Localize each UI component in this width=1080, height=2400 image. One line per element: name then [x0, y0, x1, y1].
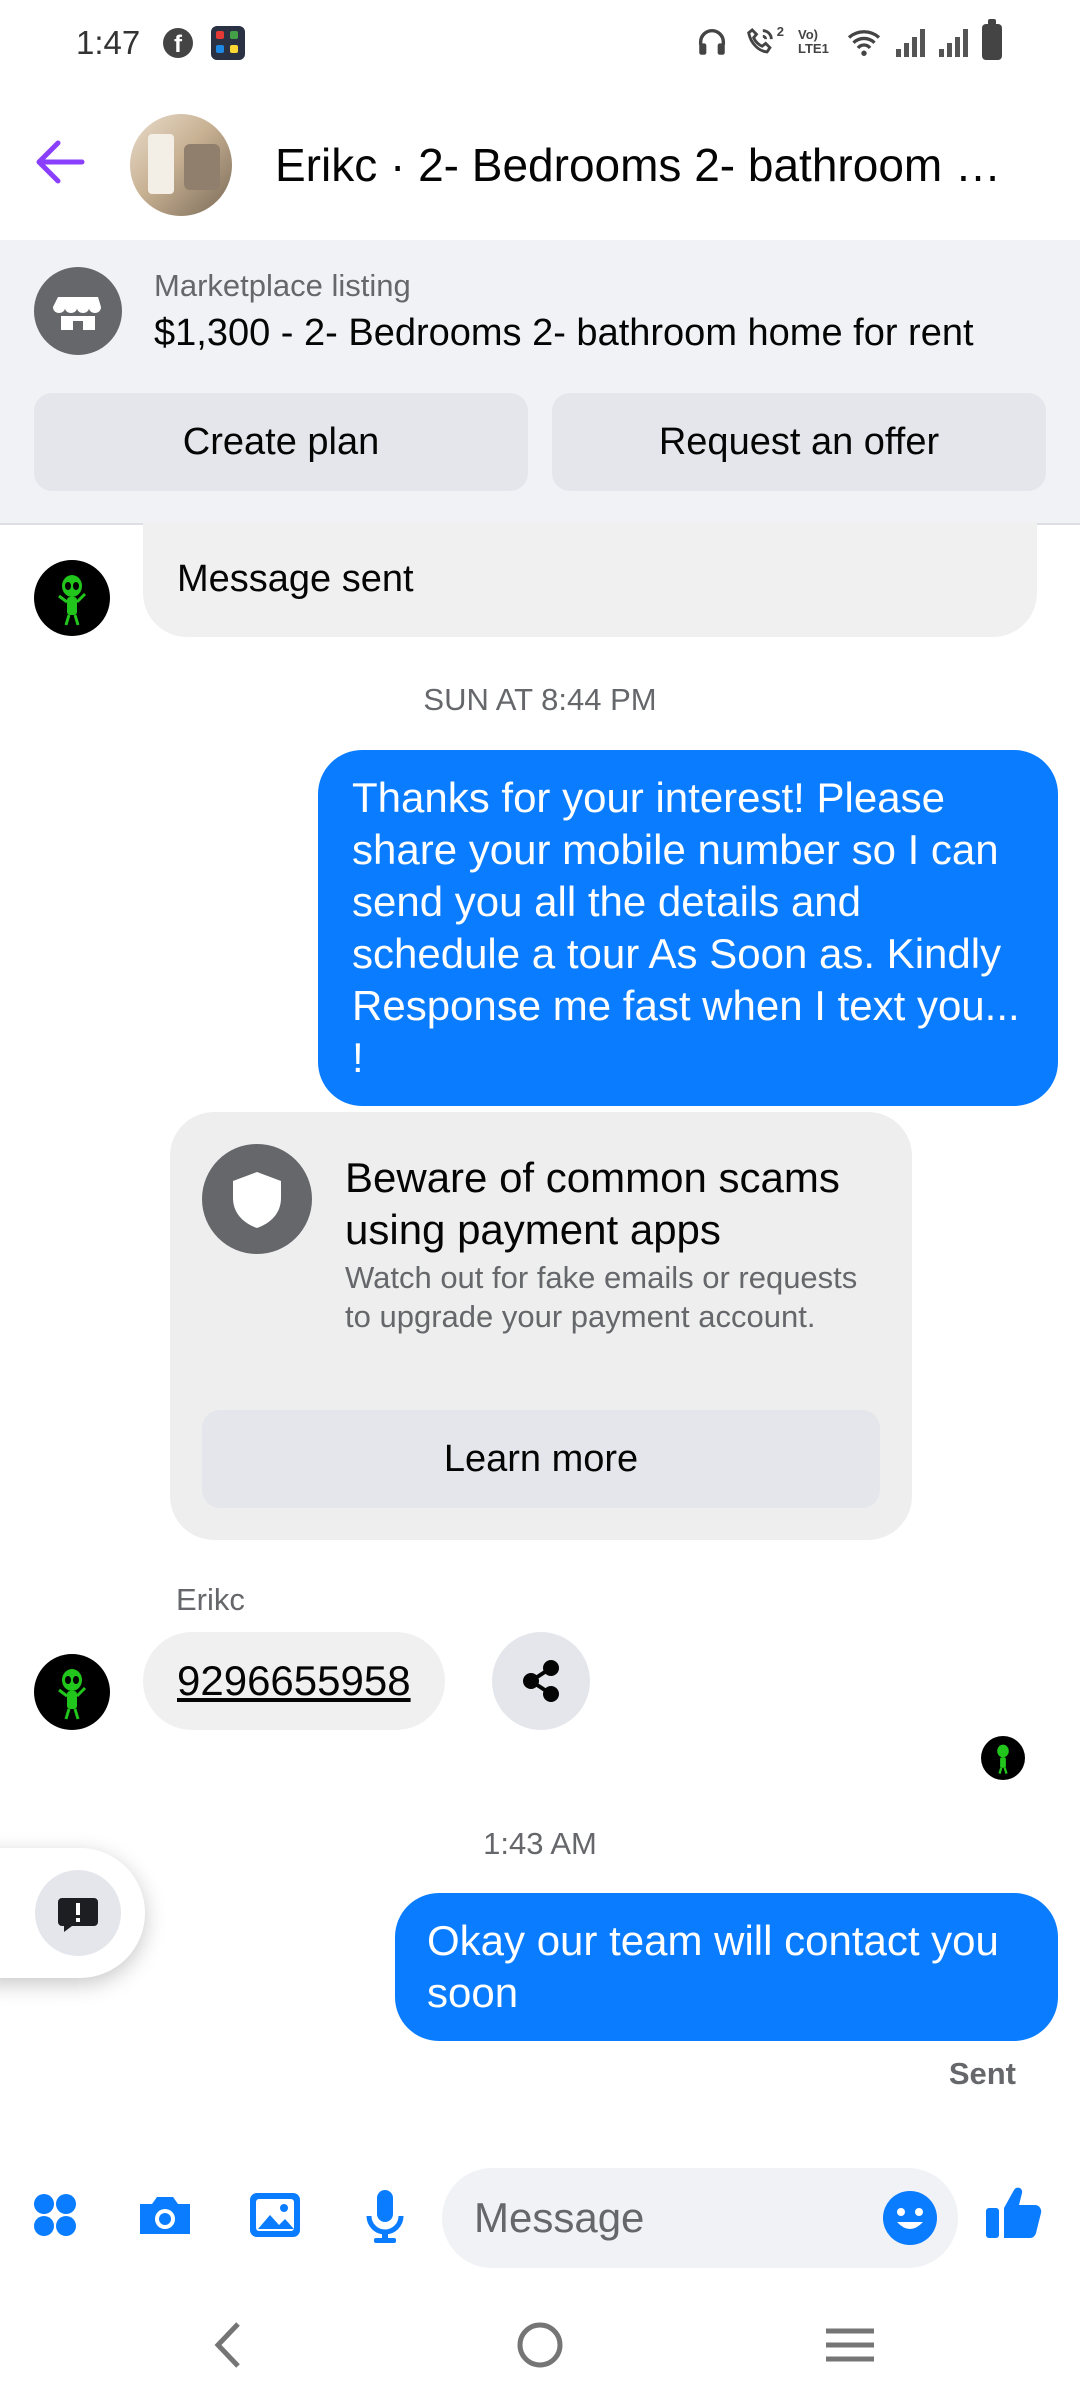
- wifi-icon: [847, 30, 881, 56]
- contact-avatar[interactable]: [34, 1654, 110, 1730]
- create-plan-button[interactable]: Create plan: [34, 393, 528, 491]
- share-icon: [523, 1660, 559, 1702]
- microphone-icon[interactable]: [350, 2180, 420, 2250]
- battery-icon: [982, 19, 1002, 60]
- headphones-icon: [698, 29, 725, 55]
- scam-warning-title: Beware of common scams using payment app…: [345, 1154, 840, 1253]
- nav-home-icon[interactable]: [500, 2310, 580, 2380]
- facebook-notification-icon: f: [163, 28, 193, 58]
- report-icon: [35, 1870, 121, 1956]
- status-bar: 1:47 f 2 Vo) LTE1: [0, 0, 1080, 90]
- sender-name: Erikc: [176, 1582, 245, 1617]
- message-composer: [0, 2150, 1080, 2280]
- message-sent-bubble[interactable]: Message sent: [143, 522, 1037, 637]
- conversation-header: Erikc · 2- Bedrooms 2- bathroom home for…: [0, 100, 1080, 240]
- timestamp-separator: SUN AT 8:44 PM: [423, 682, 657, 717]
- nav-recents-icon[interactable]: [810, 2310, 890, 2380]
- back-arrow-icon[interactable]: [28, 130, 92, 194]
- scam-warning-card: Beware of common scams using payment app…: [170, 1112, 912, 1540]
- contact-avatar[interactable]: [34, 560, 110, 636]
- learn-more-button[interactable]: Learn more: [202, 1410, 880, 1508]
- read-receipt-avatar: [981, 1736, 1025, 1780]
- outgoing-message-bubble[interactable]: Okay our team will contact you soon: [395, 1893, 1058, 2041]
- sim-badge: 2: [776, 24, 784, 39]
- app-notification-icon: [211, 26, 245, 60]
- listing-avatar[interactable]: [130, 114, 232, 216]
- conversation-title[interactable]: Erikc · 2- Bedrooms 2- bathroom home for…: [275, 138, 1015, 192]
- nav-back-icon[interactable]: [188, 2310, 268, 2380]
- message-sent-text: Message sent: [177, 558, 414, 600]
- signal-strength-icon-2: [939, 27, 968, 57]
- request-offer-button[interactable]: Request an offer: [552, 393, 1046, 491]
- signal-strength-icon-1: [896, 27, 925, 57]
- emoji-icon[interactable]: [880, 2188, 940, 2248]
- volte-label: Vo) LTE1: [798, 27, 829, 56]
- thumbs-up-icon[interactable]: [982, 2180, 1046, 2244]
- marketplace-listing-panel[interactable]: Marketplace listing $1,300 - 2- Bedrooms…: [0, 240, 1080, 525]
- share-button[interactable]: [492, 1632, 590, 1730]
- report-button[interactable]: [0, 1848, 145, 1978]
- wifi-calling-icon: 2: [743, 25, 784, 59]
- phone-number-bubble[interactable]: 9296655958: [143, 1632, 445, 1730]
- message-status: Sent: [948, 2056, 1016, 2091]
- scam-warning-body: Watch out for fake emails or requests to…: [345, 1260, 858, 1334]
- status-time: 1:47: [76, 24, 141, 61]
- listing-label: Marketplace listing: [154, 268, 411, 303]
- store-icon: [34, 267, 122, 355]
- outgoing-message-bubble[interactable]: Thanks for your interest! Please share y…: [318, 750, 1058, 1106]
- gallery-icon[interactable]: [240, 2180, 310, 2250]
- shield-icon: [202, 1144, 312, 1254]
- camera-icon[interactable]: [130, 2180, 200, 2250]
- timestamp-separator: 1:43 AM: [483, 1826, 597, 1861]
- listing-title[interactable]: $1,300 - 2- Bedrooms 2- bathroom home fo…: [154, 312, 974, 355]
- system-navigation-bar: [0, 2290, 1080, 2400]
- apps-grid-icon[interactable]: [20, 2180, 90, 2250]
